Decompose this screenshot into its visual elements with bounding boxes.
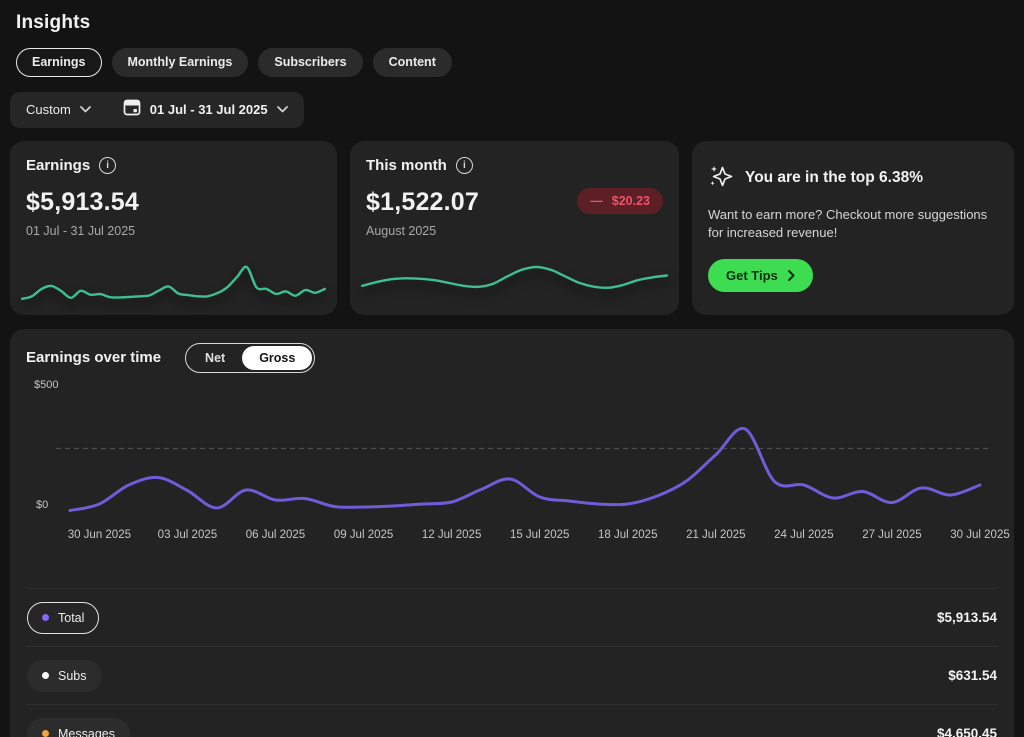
x-tick-label: 18 Jul 2025 (598, 529, 657, 541)
earnings-card-title: Earnings (26, 157, 90, 174)
legend-value-total: $5,913.54 (937, 610, 997, 625)
x-tick-label: 09 Jul 2025 (334, 529, 393, 541)
sparkle-icon (708, 163, 734, 194)
this-month-card-period: August 2025 (366, 224, 479, 238)
x-tick-label: 24 Jul 2025 (774, 529, 833, 541)
toggle-gross[interactable]: Gross (242, 346, 312, 371)
negative-change-badge: — $20.23 (577, 188, 663, 214)
x-tick-label: 03 Jul 2025 (158, 529, 217, 541)
this-month-card-value: $1,522.07 (366, 188, 479, 217)
date-range-value[interactable]: 01 Jul - 31 Jul 2025 (150, 102, 268, 117)
insights-tabs: Earnings Monthly Earnings Subscribers Co… (16, 48, 1014, 77)
legend-pill-messages[interactable]: Messages (27, 718, 130, 737)
earnings-sparkline (18, 261, 329, 307)
this-month-card: This month i $1,522.07 August 2025 — $20… (350, 141, 679, 315)
x-tick-label: 30 Jul 2025 (950, 529, 1009, 541)
tips-card-title: You are in the top 6.38% (745, 169, 923, 187)
this-month-card-title: This month (366, 157, 447, 174)
top-percent-tips-card: You are in the top 6.38% Want to earn mo… (692, 141, 1014, 315)
get-tips-button[interactable]: Get Tips (708, 259, 813, 292)
page-title: Insights (10, 8, 1014, 34)
tab-subscribers[interactable]: Subscribers (258, 48, 362, 77)
tab-content[interactable]: Content (373, 48, 452, 77)
series-dot-subs (42, 672, 49, 679)
badge-amount: $20.23 (612, 194, 650, 208)
toggle-net[interactable]: Net (188, 346, 242, 371)
x-tick-label: 06 Jul 2025 (246, 529, 305, 541)
tab-earnings[interactable]: Earnings (16, 48, 102, 77)
summary-cards: Earnings i $5,913.54 01 Jul - 31 Jul 202… (10, 141, 1014, 315)
tab-monthly-earnings[interactable]: Monthly Earnings (112, 48, 249, 77)
earnings-card: Earnings i $5,913.54 01 Jul - 31 Jul 202… (10, 141, 337, 315)
line-chart-svg (26, 385, 998, 525)
earnings-over-time-panel: Earnings over time Net Gross $500 $0 30 … (10, 329, 1014, 737)
legend-row-total: Total $5,913.54 (26, 588, 998, 646)
legend-value-subs: $631.54 (948, 668, 997, 683)
legend-label: Total (58, 611, 84, 625)
x-tick-label: 27 Jul 2025 (862, 529, 921, 541)
this-month-sparkline (358, 261, 671, 307)
legend-pill-total[interactable]: Total (27, 602, 99, 634)
legend-label: Messages (58, 727, 115, 737)
legend-row-messages: Messages $4,650.45 (26, 704, 998, 737)
chevron-down-icon[interactable] (80, 106, 91, 113)
x-axis-ticks: 30 Jun 2025 03 Jul 2025 06 Jul 2025 09 Jul … (26, 529, 998, 547)
calendar-icon (123, 98, 141, 121)
legend-row-subs: Subs $631.54 (26, 646, 998, 704)
earnings-card-value: $5,913.54 (26, 188, 321, 217)
legend-rows: Total $5,913.54 Subs $631.54 Messages $4… (26, 588, 998, 737)
earnings-line-chart: $500 $0 30 Jun 202503 Jul 202506 Jul 202… (26, 385, 998, 551)
range-type-select[interactable]: Custom (26, 102, 71, 117)
legend-label: Subs (58, 669, 87, 683)
series-dot-messages (42, 730, 49, 737)
x-tick-label: 15 Jul 2025 (510, 529, 569, 541)
chevron-right-icon (788, 270, 795, 281)
x-tick-label: 21 Jul 2025 (686, 529, 745, 541)
info-icon[interactable]: i (456, 157, 473, 174)
legend-value-messages: $4,650.45 (937, 726, 997, 737)
earnings-card-period: 01 Jul - 31 Jul 2025 (26, 224, 321, 238)
legend-pill-subs[interactable]: Subs (27, 660, 102, 692)
minus-icon: — (590, 194, 603, 208)
chevron-down-icon[interactable] (277, 106, 288, 113)
x-tick-label: 30 Jun 2025 (68, 529, 131, 541)
get-tips-label: Get Tips (726, 268, 778, 283)
net-gross-toggle: Net Gross (185, 343, 315, 374)
chart-title: Earnings over time (26, 349, 161, 366)
series-dot-total (42, 614, 49, 621)
info-icon[interactable]: i (99, 157, 116, 174)
x-tick-label: 12 Jul 2025 (422, 529, 481, 541)
tips-card-body: Want to earn more? Checkout more suggest… (708, 206, 993, 244)
date-filter-bar: Custom 01 Jul - 31 Jul 2025 (10, 92, 304, 128)
